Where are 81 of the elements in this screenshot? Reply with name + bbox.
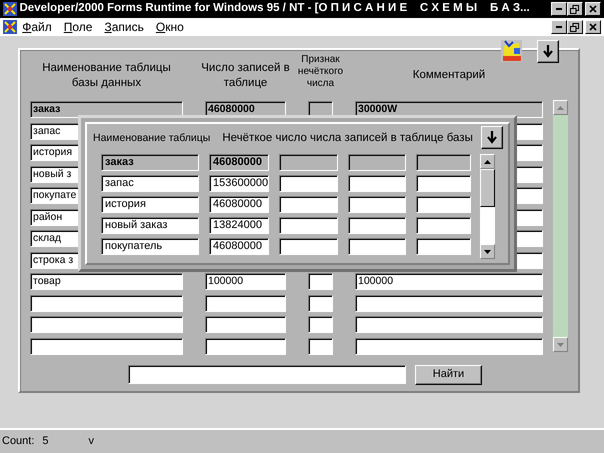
input-field[interactable] [416, 154, 471, 171]
close-button[interactable] [585, 2, 602, 16]
input-field[interactable] [205, 294, 286, 312]
down-arrow-icon [484, 250, 491, 254]
input-field[interactable]: 13824000 [209, 217, 269, 234]
minimize-icon [556, 8, 562, 10]
down-arrow-icon [487, 130, 497, 144]
input-field[interactable] [355, 294, 543, 312]
input-field[interactable]: заказ [101, 154, 199, 171]
input-field[interactable] [279, 217, 338, 234]
input-field[interactable] [348, 196, 406, 213]
scroll-down-button[interactable] [480, 244, 495, 259]
input-field[interactable] [205, 316, 286, 333]
column-header: Наименование таблицы [93, 131, 210, 146]
input-field[interactable]: 153600000 [209, 175, 269, 192]
minimize-button[interactable] [550, 2, 566, 16]
down-arrow-icon [543, 44, 553, 58]
input-field[interactable] [348, 154, 406, 171]
restore-button[interactable] [566, 2, 582, 16]
input-field[interactable]: товар [30, 273, 183, 290]
input-field[interactable] [355, 338, 543, 354]
input-field[interactable]: 100000 [205, 273, 286, 290]
search-field[interactable] [128, 365, 406, 384]
app-icon [2, 2, 17, 16]
document-icon[interactable] [2, 20, 17, 34]
input-field[interactable] [416, 175, 471, 192]
input-field[interactable]: 46080000 [209, 154, 269, 171]
input-field[interactable]: запас [101, 175, 199, 192]
input-field[interactable]: 46080000 [209, 238, 269, 255]
input-field[interactable] [416, 196, 471, 213]
up-arrow-icon [484, 160, 491, 164]
input-field[interactable] [308, 294, 333, 312]
status-mode: v [88, 434, 94, 450]
up-arrow-icon [557, 106, 564, 110]
menu-item[interactable]: Запись [104, 18, 144, 36]
column-header: Нечёткое число числа записей в таблице базы [222, 131, 473, 146]
input-field[interactable] [308, 338, 333, 354]
minimize-icon [556, 26, 562, 28]
restore-button[interactable] [566, 20, 582, 34]
down-arrow-icon [557, 342, 564, 346]
input-field[interactable]: новый заказ [101, 217, 199, 234]
menu-item[interactable]: Поле [64, 18, 92, 36]
down-arrow-button[interactable] [537, 40, 559, 63]
chart-tool-icon[interactable] [501, 40, 522, 62]
minimize-button[interactable] [550, 20, 566, 34]
menu-item[interactable]: Файл [22, 18, 52, 36]
input-field[interactable] [30, 294, 183, 312]
close-icon [589, 5, 598, 13]
window-title: Developer/2000 Forms Runtime for Windows 95 / NT - [О П И С А Н И Е С Х Е М Ы Б А З... [20, 1, 531, 16]
input-field[interactable] [279, 238, 338, 255]
close-button[interactable] [585, 20, 602, 34]
input-field[interactable] [348, 175, 406, 192]
input-field[interactable]: 100000 [355, 273, 543, 290]
menu-item[interactable]: Окно [156, 18, 184, 36]
input-field[interactable] [279, 154, 338, 171]
input-field[interactable] [308, 273, 333, 290]
find-button[interactable]: Найти [415, 364, 482, 384]
input-field[interactable] [30, 316, 183, 333]
scrollbar-thumb[interactable] [480, 169, 495, 207]
input-field[interactable] [348, 238, 406, 255]
column-header: Комментарий [412, 68, 486, 83]
input-field[interactable] [205, 338, 286, 354]
input-field[interactable] [416, 217, 471, 234]
input-field[interactable] [416, 238, 471, 255]
input-field[interactable] [355, 316, 543, 333]
record-count: 5 [42, 434, 49, 450]
input-field[interactable]: история [101, 196, 199, 213]
column-header: Наименование таблицы базы данных [41, 60, 172, 90]
column-header: Признак нечёткого числа [296, 54, 344, 90]
input-field[interactable] [308, 316, 333, 333]
status-label: Count: [2, 434, 34, 450]
input-field[interactable] [348, 217, 406, 234]
scroll-up-button[interactable] [480, 154, 495, 169]
input-field[interactable]: покупатель [101, 238, 199, 255]
column-header: Число записей в таблице [200, 60, 291, 90]
input-field[interactable] [30, 338, 183, 354]
down-arrow-button[interactable] [481, 126, 503, 149]
input-field[interactable]: 46080000 [209, 196, 269, 213]
input-field[interactable] [279, 196, 338, 213]
input-field[interactable] [279, 175, 338, 192]
close-icon [589, 23, 598, 31]
